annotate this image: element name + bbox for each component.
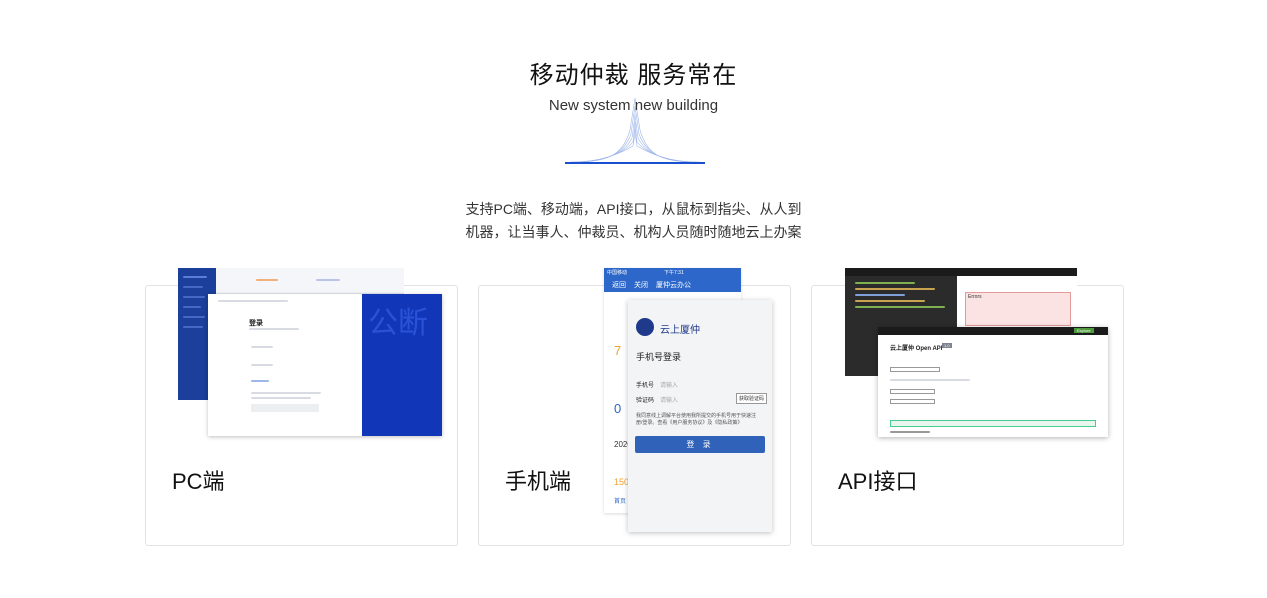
section-subtitle: New system new building xyxy=(548,97,719,114)
login-button[interactable]: 登 录 xyxy=(635,436,765,453)
section-title: 移动仲裁 服务常在 xyxy=(529,62,738,89)
agreement-text: 我同意线上调解平台使用我所提交的手机号用于快速注册/登录。查看《用户服务协议》及… xyxy=(636,413,757,426)
explore-button[interactable]: Explore xyxy=(1074,328,1094,333)
home-tab[interactable]: 首页 xyxy=(614,496,626,505)
version-badge: 1.0 xyxy=(942,343,952,348)
get-code-button[interactable]: 获取验证码 xyxy=(736,393,768,404)
description-line: 支持PC端、移动端，API接口，从鼠标到指尖、从人到 xyxy=(465,201,802,217)
errors-title: Errors xyxy=(968,294,982,300)
mobile-close-link[interactable]: 关闭 xyxy=(634,280,648,290)
login-page-title: 手机号登录 xyxy=(636,352,682,362)
code-input[interactable]: 请输入 xyxy=(660,395,678,404)
description-line: 机器，让当事人、仲裁员、机构人员随时随地云上办案 xyxy=(465,224,802,240)
mobile-navbar: 中国移动 下午7:31 返回 关闭 厦仲云办公 xyxy=(604,268,741,292)
pc-brand-panel: 公断 xyxy=(362,294,442,436)
mobile-back-link[interactable]: 返回 xyxy=(612,280,626,290)
api-page-title: 云上厦仲 Open API xyxy=(890,346,943,352)
pc-login-window: 登录 公断 xyxy=(208,294,442,436)
mobile-nav-title: 厦仲云办公 xyxy=(656,282,691,289)
card-label: 手机端 xyxy=(505,469,572,494)
pc-login-title: 登录 xyxy=(249,320,263,327)
section-description: 支持PC端、移动端，API接口，从鼠标到指尖、从人到 机器，让当事人、仲裁员、机… xyxy=(0,198,1267,244)
pc-topbar xyxy=(216,268,404,294)
card-label: PC端 xyxy=(172,469,225,494)
card-label: API接口 xyxy=(838,469,918,494)
api-docs-screen: Explore 云上厦仲 Open API 1.0 xyxy=(878,327,1108,437)
app-name: 云上厦仲 xyxy=(660,325,700,336)
page: 移动仲裁 服务常在 New system new building 支持PC端、… xyxy=(0,0,1267,598)
mobile-login-screen: 云上厦仲 手机号登录 手机号 请输入 验证码 请输入 获取验证码 我同意线上调解… xyxy=(628,300,772,532)
phone-input[interactable]: 请输入 xyxy=(660,380,678,389)
logo-icon xyxy=(636,318,654,336)
pc-screenshot: 登录 公断 xyxy=(178,268,442,436)
pc-bg-text: 公断 xyxy=(368,307,428,340)
